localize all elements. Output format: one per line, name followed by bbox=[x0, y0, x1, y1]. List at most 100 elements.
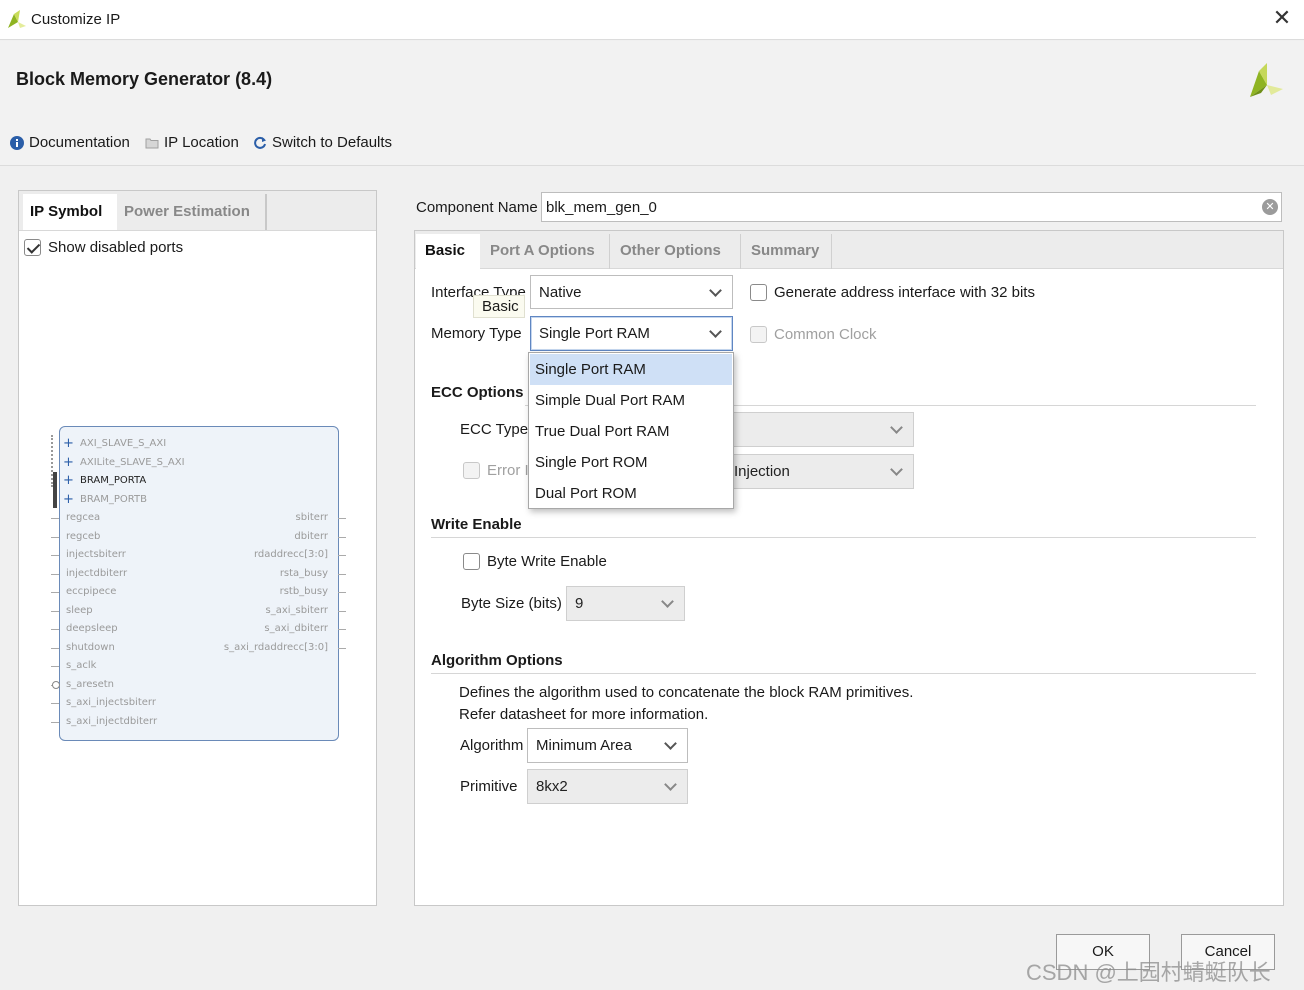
watermark: CSDN @上园村蜻蜓队长 bbox=[1026, 960, 1271, 985]
app-logo-icon bbox=[8, 10, 26, 28]
algorithm-separator bbox=[431, 673, 1256, 674]
ip-location-label: IP Location bbox=[164, 134, 239, 151]
memory-type-label: Memory Type bbox=[431, 325, 522, 342]
port-name: s_aclk bbox=[66, 660, 97, 671]
tooltip: Basic bbox=[473, 295, 525, 318]
chevron-down-icon bbox=[664, 778, 677, 791]
byte-size-label: Byte Size (bits) bbox=[461, 595, 562, 612]
error-injection-label: Error I bbox=[487, 462, 529, 479]
switch-defaults-button[interactable]: Switch to Defaults bbox=[253, 134, 392, 151]
interface-type-select[interactable]: Native bbox=[530, 275, 733, 309]
ecc-type-label: ECC Type bbox=[460, 421, 529, 438]
expand-icon[interactable]: + bbox=[63, 492, 74, 507]
common-clock-checkbox[interactable] bbox=[750, 326, 767, 343]
port-name: s_axi_dbiterr bbox=[264, 623, 328, 634]
port-name: sbiterr bbox=[295, 512, 328, 523]
switch-defaults-label: Switch to Defaults bbox=[272, 134, 393, 151]
chevron-down-icon bbox=[661, 595, 674, 608]
tab-ip-symbol[interactable]: IP Symbol bbox=[23, 194, 117, 230]
dropdown-option-dual-port-rom[interactable]: Dual Port ROM bbox=[530, 478, 732, 509]
byte-size-select[interactable]: 9 bbox=[566, 586, 685, 621]
port-name: eccpipece bbox=[66, 586, 117, 597]
show-disabled-ports-label: Show disabled ports bbox=[48, 239, 184, 256]
primitive-value: 8kx2 bbox=[536, 778, 568, 795]
algorithm-value: Minimum Area bbox=[536, 737, 632, 754]
bus-port: AXILite_SLAVE_S_AXI bbox=[80, 457, 185, 468]
ip-location-button[interactable]: IP Location bbox=[145, 134, 239, 151]
chevron-down-icon bbox=[664, 737, 677, 750]
port-name: rstb_busy bbox=[279, 586, 328, 597]
ip-title: Block Memory Generator (8.4) bbox=[16, 69, 273, 89]
byte-write-enable-checkbox[interactable] bbox=[463, 553, 480, 570]
window-title: Customize IP bbox=[31, 11, 121, 28]
port-name: regcea bbox=[66, 512, 101, 523]
chevron-down-icon bbox=[709, 283, 722, 297]
port-name: s_aresetn bbox=[66, 679, 115, 690]
inverted-port-icon bbox=[52, 681, 60, 689]
memory-type-dropdown: Single Port RAM Simple Dual Port RAM Tru… bbox=[528, 352, 734, 509]
dropdown-option-single-port-ram[interactable]: Single Port RAM bbox=[530, 354, 732, 385]
component-name-input[interactable]: blk_mem_gen_0 bbox=[541, 192, 1282, 222]
byte-write-enable-option[interactable]: Byte Write Enable bbox=[463, 553, 607, 570]
show-disabled-ports[interactable]: Show disabled ports bbox=[24, 239, 183, 256]
refresh-icon bbox=[254, 136, 266, 149]
chevron-down-icon bbox=[709, 325, 722, 338]
port-name: injectdbiterr bbox=[66, 568, 128, 579]
ecc-section-title: ECC Options bbox=[431, 384, 524, 401]
tab-other-options[interactable]: Other Options bbox=[611, 234, 741, 269]
expand-icon[interactable]: + bbox=[63, 436, 74, 451]
info-icon bbox=[10, 135, 24, 150]
interface-type-value: Native bbox=[539, 283, 582, 301]
gen-addr-32-option[interactable]: Generate address interface with 32 bits bbox=[750, 284, 1035, 301]
common-clock-label: Common Clock bbox=[774, 326, 877, 343]
ip-symbol-panel: IP Symbol Power Estimation Show disabled… bbox=[18, 190, 377, 906]
documentation-label: Documentation bbox=[29, 134, 130, 151]
bus-port: AXI_SLAVE_S_AXI bbox=[80, 438, 167, 449]
tab-port-a-options[interactable]: Port A Options bbox=[481, 234, 610, 269]
gen-addr-32-label: Generate address interface with 32 bits bbox=[774, 284, 1035, 301]
clear-icon[interactable]: ✕ bbox=[1262, 199, 1278, 215]
dropdown-option-true-dual-port-ram[interactable]: True Dual Port RAM bbox=[530, 416, 732, 447]
xilinx-logo-icon bbox=[1250, 63, 1283, 97]
byte-write-enable-label: Byte Write Enable bbox=[487, 553, 607, 570]
byte-size-value: 9 bbox=[575, 595, 584, 612]
dropdown-option-single-port-rom[interactable]: Single Port ROM bbox=[530, 447, 732, 478]
show-disabled-ports-checkbox[interactable] bbox=[24, 239, 41, 256]
port-name: s_axi_sbiterr bbox=[265, 605, 329, 616]
expand-icon[interactable]: + bbox=[63, 455, 74, 470]
gen-addr-32-checkbox[interactable] bbox=[750, 284, 767, 301]
error-injection-checkbox[interactable] bbox=[463, 462, 480, 479]
title-bar: Customize IP ✕ bbox=[0, 0, 1304, 40]
tab-summary[interactable]: Summary bbox=[742, 234, 832, 269]
expand-icon[interactable]: + bbox=[63, 473, 74, 488]
common-clock-option[interactable]: Common Clock bbox=[750, 326, 877, 343]
port-name: sleep bbox=[66, 605, 93, 616]
bus-port: BRAM_PORTA bbox=[80, 475, 147, 486]
memory-type-select[interactable]: Single Port RAM bbox=[530, 316, 733, 351]
component-name-label: Component Name bbox=[416, 199, 538, 216]
bram-bus-connector bbox=[53, 472, 57, 508]
close-icon[interactable]: ✕ bbox=[1270, 7, 1294, 31]
primitive-label: Primitive bbox=[460, 778, 518, 795]
algorithm-label: Algorithm bbox=[460, 737, 524, 754]
tab-basic[interactable]: Basic bbox=[416, 234, 480, 269]
port-name: s_axi_rdaddrecc[3:0] bbox=[223, 642, 328, 653]
documentation-button[interactable]: Documentation bbox=[10, 134, 130, 151]
port-name: shutdown bbox=[66, 642, 115, 653]
write-enable-section-title: Write Enable bbox=[431, 516, 522, 533]
primitive-select[interactable]: 8kx2 bbox=[527, 769, 688, 804]
left-tab-bar: IP Symbol Power Estimation bbox=[19, 191, 376, 231]
port-name: deepsleep bbox=[66, 623, 118, 634]
chevron-down-icon bbox=[890, 463, 903, 476]
chevron-down-icon bbox=[890, 421, 903, 434]
write-enable-separator bbox=[431, 537, 1256, 538]
port-name: dbiterr bbox=[294, 531, 328, 542]
algorithm-description-2: Refer datasheet for more information. bbox=[459, 706, 709, 723]
algorithm-section-title: Algorithm Options bbox=[431, 652, 563, 669]
memory-type-value: Single Port RAM bbox=[539, 325, 650, 342]
folder-icon bbox=[145, 138, 159, 148]
error-injection-option[interactable]: Error I bbox=[463, 462, 529, 479]
dropdown-option-simple-dual-port-ram[interactable]: Simple Dual Port RAM bbox=[530, 385, 732, 416]
algorithm-select[interactable]: Minimum Area bbox=[527, 728, 688, 763]
tab-power-estimation[interactable]: Power Estimation bbox=[117, 194, 267, 230]
